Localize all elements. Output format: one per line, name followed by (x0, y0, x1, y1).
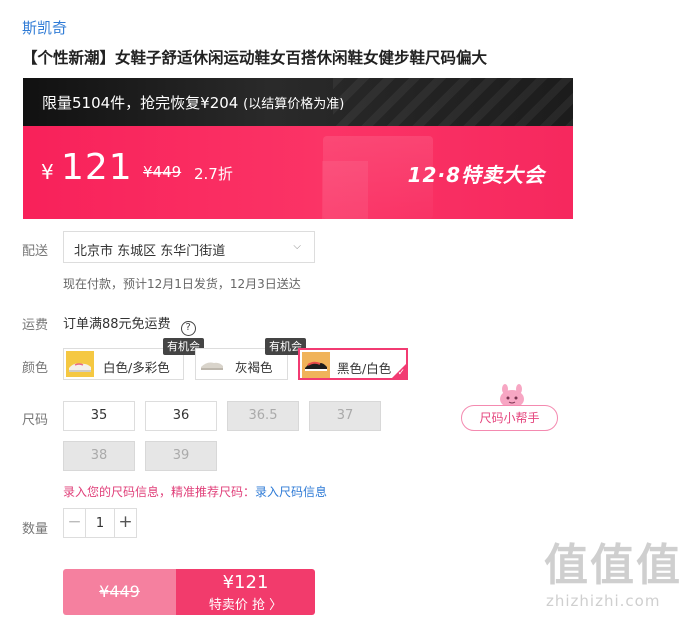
original-price: ¥449 (143, 163, 182, 181)
price-panel: ¥ 121 ¥449 2.7折 12·8特卖大会 (23, 126, 573, 219)
buy-button[interactable]: ¥449 ¥121 特卖价 抢 〉 (63, 569, 315, 615)
size-option-35[interactable]: 35 (63, 401, 135, 431)
limited-stock-text: 限量5104件，抢完恢复¥204 (42, 94, 239, 112)
product-title: 【个性新潮】女鞋子舒适休闲运动鞋女百搭休闲鞋女健步鞋尺码偏大 (22, 49, 488, 67)
buy-original-price: ¥449 (63, 569, 176, 615)
event-tag: 12·8特卖大会 (407, 163, 545, 187)
size-option-37: 37 (309, 401, 381, 431)
limited-stock-note: (以结算价格为准) (243, 97, 345, 112)
size-option-36-5: 36.5 (227, 401, 299, 431)
size-label: 尺码 (22, 413, 49, 428)
buy-sale-price: ¥121 (222, 572, 269, 593)
color-name: 灰褐色 (235, 360, 273, 375)
shoe-thumbnail (198, 351, 226, 377)
color-label: 颜色 (22, 361, 49, 376)
banner-decoration (333, 78, 573, 126)
shoe-thumbnail (66, 351, 94, 377)
buy-action-label: 特卖价 抢 〉 (208, 598, 283, 613)
color-option-black-white[interactable]: 黑色/白色 ✓ (298, 348, 408, 380)
site-watermark: 值值值 zhizhizhi.com (544, 540, 682, 611)
building-decoration (322, 161, 368, 219)
size-record-prompt: 录入您的尺码信息，精准推荐尺码：录入尺码信息 (63, 483, 327, 500)
shipping-estimate: 现在付款，预计12月1日发货，12月3日送达 (63, 277, 301, 291)
size-record-link[interactable]: 录入尺码信息 (255, 485, 327, 499)
size-helper-button[interactable]: 尺码小帮手 (461, 405, 558, 431)
buy-sale-section[interactable]: ¥121 特卖价 抢 〉 (176, 569, 315, 615)
delivery-label: 配送 (22, 244, 49, 259)
address-select[interactable]: 北京市 东城区 东华门街道 ⌵ (63, 231, 315, 263)
check-icon: ✓ (397, 368, 405, 378)
question-circle-icon[interactable]: ? (180, 321, 196, 336)
shoe-thumbnail (302, 352, 330, 378)
brand-name[interactable]: 斯凯奇 (22, 17, 67, 38)
discount-rate: 2.7折 (194, 165, 233, 183)
watermark-logo: 值值值 (544, 540, 682, 591)
size-option-36[interactable]: 36 (145, 401, 217, 431)
chevron-down-icon: ⌵ (293, 241, 301, 252)
increment-button[interactable]: + (114, 509, 136, 537)
freight-info: 订单满88元免运费 ? (63, 313, 196, 336)
size-option-39: 39 (145, 441, 217, 471)
size-record-text: 录入您的尺码信息，精准推荐尺码： (63, 485, 256, 499)
decrement-button[interactable]: − (64, 509, 86, 537)
freight-label: 运费 (22, 318, 49, 333)
freight-text: 订单满88元免运费 (63, 317, 171, 332)
color-name: 黑色/白色 (337, 361, 392, 376)
promo-banner: 限量5104件，抢完恢复¥204 (以结算价格为准) ¥ 121 ¥449 2.… (23, 78, 573, 219)
quantity-label: 数量 (22, 522, 49, 537)
size-option-38: 38 (63, 441, 135, 471)
currency-symbol: ¥ (41, 160, 54, 184)
color-name: 白色/多彩色 (103, 360, 170, 375)
limited-stock-strip: 限量5104件，抢完恢复¥204 (以结算价格为准) (23, 78, 573, 126)
address-value: 北京市 东城区 东华门街道 (74, 244, 226, 259)
watermark-url: zhizhizhi.com (546, 592, 661, 610)
quantity-input[interactable]: 1 (86, 516, 114, 531)
quantity-stepper: − 1 + (63, 508, 137, 538)
sale-price: 121 (61, 147, 133, 188)
